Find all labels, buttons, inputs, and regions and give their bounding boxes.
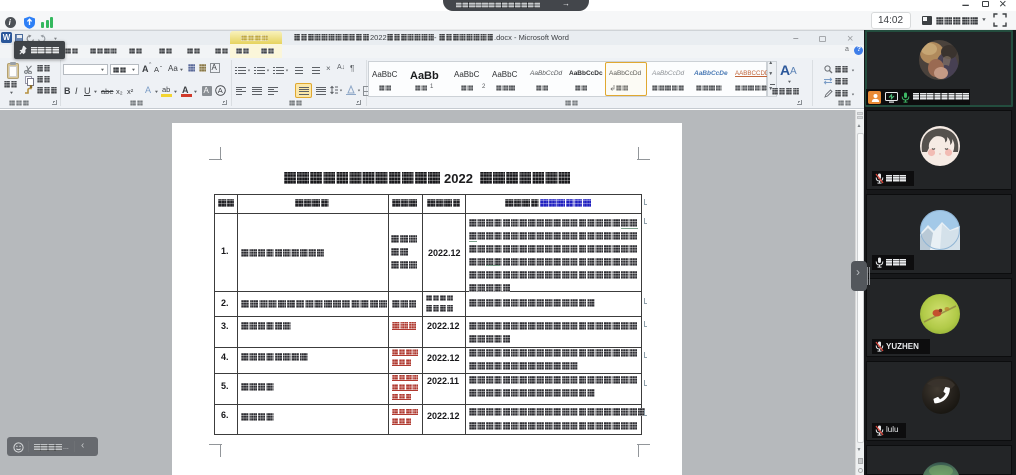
svg-text:A: A — [218, 86, 223, 95]
